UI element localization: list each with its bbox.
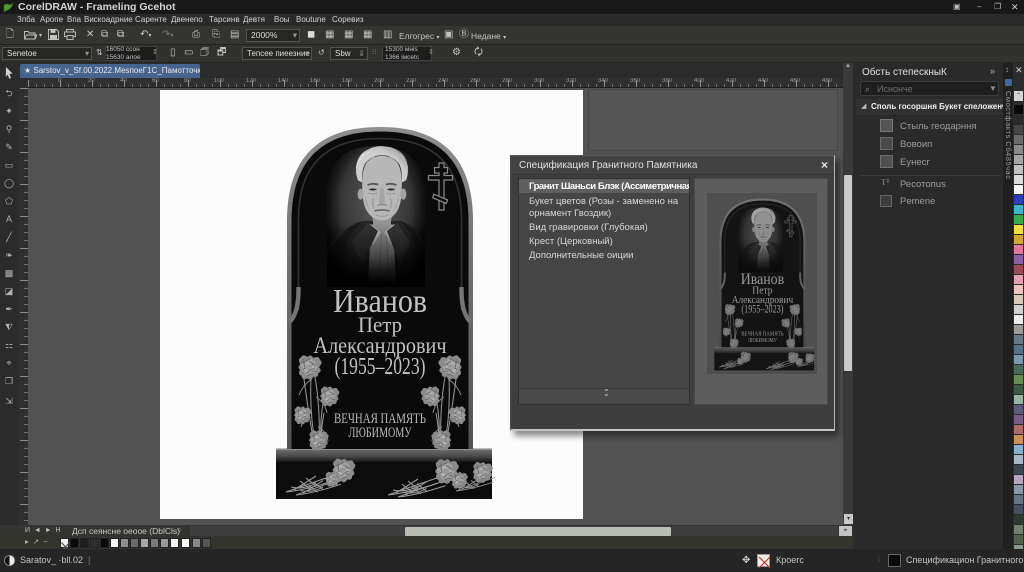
- svg-text:ЛЮБИМОМУ: ЛЮБИМОМУ: [349, 425, 413, 441]
- svg-text:(1955–2023): (1955–2023): [335, 354, 426, 380]
